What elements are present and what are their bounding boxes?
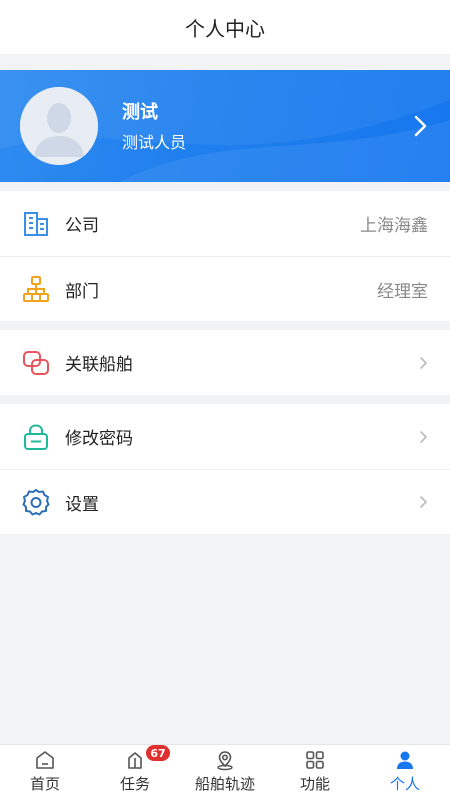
company-label: 公司 <box>65 216 99 236</box>
tab-label: 个人 <box>389 775 420 793</box>
top-nav-bar: 个人中心 <box>0 0 450 54</box>
chevron-right-icon <box>414 115 427 137</box>
tab-tasks[interactable]: 67 任务 <box>90 745 180 800</box>
tab-ship-track[interactable]: 船舶轨迹 <box>180 745 270 800</box>
linked-ships-label: 关联船舶 <box>65 355 133 375</box>
lock-icon <box>24 423 48 450</box>
page-title: 个人中心 <box>185 16 265 41</box>
tab-label: 首页 <box>29 775 60 793</box>
building-icon <box>24 211 48 236</box>
settings-label: 设置 <box>65 494 99 515</box>
department-row: 部门 经理室 <box>0 256 450 321</box>
linked-ships-row[interactable]: 关联船舶 <box>0 330 450 395</box>
org-chart-icon <box>23 276 49 302</box>
chevron-right-icon <box>420 496 427 508</box>
tab-functions[interactable]: 功能 <box>270 745 360 800</box>
department-label: 部门 <box>65 281 99 302</box>
profile-role: 测试人员 <box>122 133 187 152</box>
ships-group: 关联船舶 <box>0 330 450 395</box>
profile-card[interactable]: 测试 测试人员 <box>0 70 450 182</box>
settings-group: 修改密码 设置 <box>0 404 450 534</box>
org-info-group: 公司 上海海鑫 部门 经理室 <box>0 191 450 321</box>
tab-home[interactable]: 首页 <box>0 745 90 800</box>
avatar[interactable] <box>20 87 98 165</box>
company-value: 上海海鑫 <box>360 216 428 236</box>
person-icon <box>397 751 413 769</box>
settings-row[interactable]: 设置 <box>0 469 450 534</box>
change-password-row[interactable]: 修改密码 <box>0 404 450 469</box>
tab-label: 船舶轨迹 <box>194 775 255 793</box>
chevron-right-icon <box>420 430 427 443</box>
ship-track-icon <box>217 751 233 771</box>
gear-icon <box>22 489 50 516</box>
change-password-label: 修改密码 <box>65 429 133 449</box>
tab-label: 功能 <box>299 775 330 793</box>
grid-icon <box>306 751 324 769</box>
tab-profile[interactable]: 个人 <box>360 745 450 800</box>
chevron-right-icon <box>420 356 427 369</box>
company-row: 公司 上海海鑫 <box>0 191 450 256</box>
home-icon <box>36 751 54 769</box>
task-count-badge: 67 <box>146 745 170 761</box>
default-avatar-icon <box>20 87 98 165</box>
department-value: 经理室 <box>377 281 428 302</box>
bottom-tab-bar: 首页 67 任务 船舶轨迹 功能 个人 <box>0 744 450 800</box>
profile-name: 测试 <box>122 102 158 123</box>
task-icon <box>128 752 142 769</box>
tab-label: 任务 <box>119 775 150 793</box>
link-icon <box>23 350 49 375</box>
